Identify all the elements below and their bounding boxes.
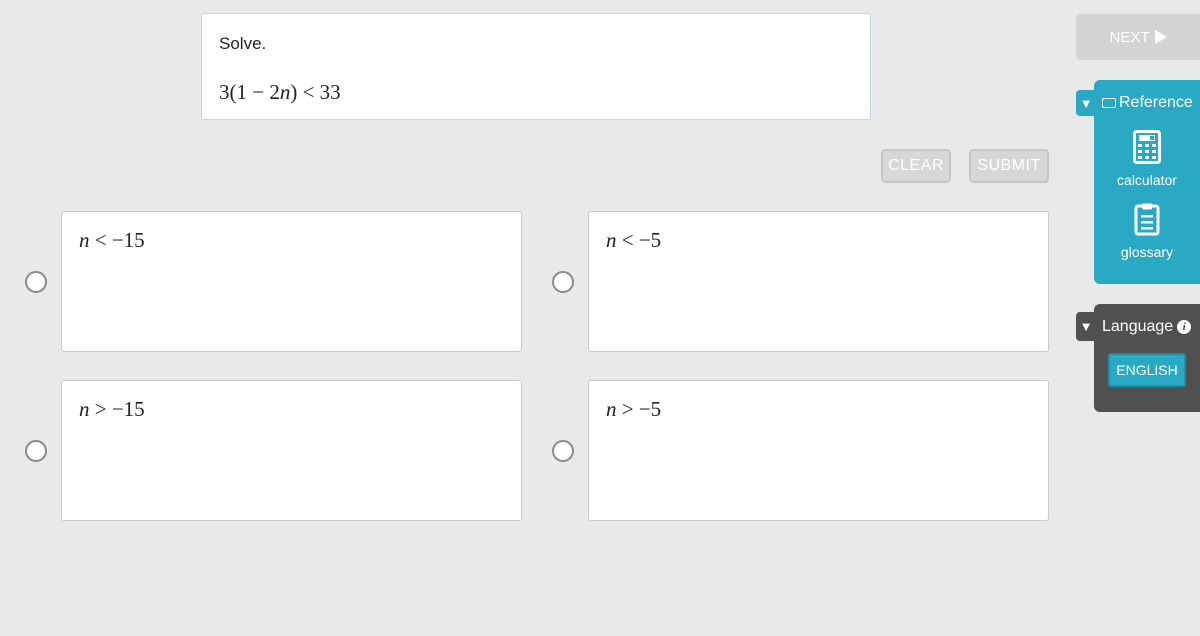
question-expression: 3(1 − 2n) < 33: [219, 80, 341, 104]
question-card: Solve. 3(1 − 2n) < 33: [201, 13, 871, 120]
choice-card-c[interactable]: n > −15: [61, 380, 522, 521]
next-label: NEXT: [1109, 28, 1150, 46]
clipboard-icon[interactable]: [1134, 202, 1160, 236]
choice-text-a: n < −15: [79, 228, 145, 252]
info-icon[interactable]: i: [1177, 320, 1192, 334]
submit-button[interactable]: SUBMIT: [969, 149, 1049, 183]
choice-card-d[interactable]: n > −5: [588, 380, 1049, 521]
choice-radio-c[interactable]: [25, 440, 47, 462]
choice-radio-d[interactable]: [552, 440, 574, 462]
reference-title[interactable]: Reference: [1102, 94, 1193, 112]
calculator-label[interactable]: calculator: [1094, 172, 1200, 188]
choice-text-b: n < −5: [606, 228, 662, 252]
choice-card-b[interactable]: n < −5: [588, 211, 1049, 352]
choice-radio-a[interactable]: [25, 271, 47, 293]
language-collapse-toggle[interactable]: ▼: [1076, 312, 1096, 341]
play-arrow-icon: [1154, 30, 1167, 44]
glossary-label[interactable]: glossary: [1094, 244, 1200, 260]
clear-button[interactable]: CLEAR: [881, 149, 951, 183]
english-language-button[interactable]: ENGLISH: [1108, 353, 1186, 387]
reference-collapse-toggle[interactable]: ▼: [1076, 90, 1096, 116]
question-prompt: Solve.: [219, 34, 267, 53]
triangle-down-icon: ▼: [1079, 319, 1093, 334]
triangle-down-icon: ▼: [1079, 95, 1093, 111]
choice-card-a[interactable]: n < −15: [61, 211, 522, 352]
calculator-icon[interactable]: [1133, 130, 1161, 164]
language-title: Language i: [1102, 318, 1192, 336]
next-button[interactable]: NEXT: [1076, 14, 1200, 60]
book-icon: [1102, 98, 1116, 108]
choice-text-d: n > −5: [606, 397, 662, 421]
choice-text-c: n > −15: [79, 397, 145, 421]
choice-radio-b[interactable]: [552, 271, 574, 293]
